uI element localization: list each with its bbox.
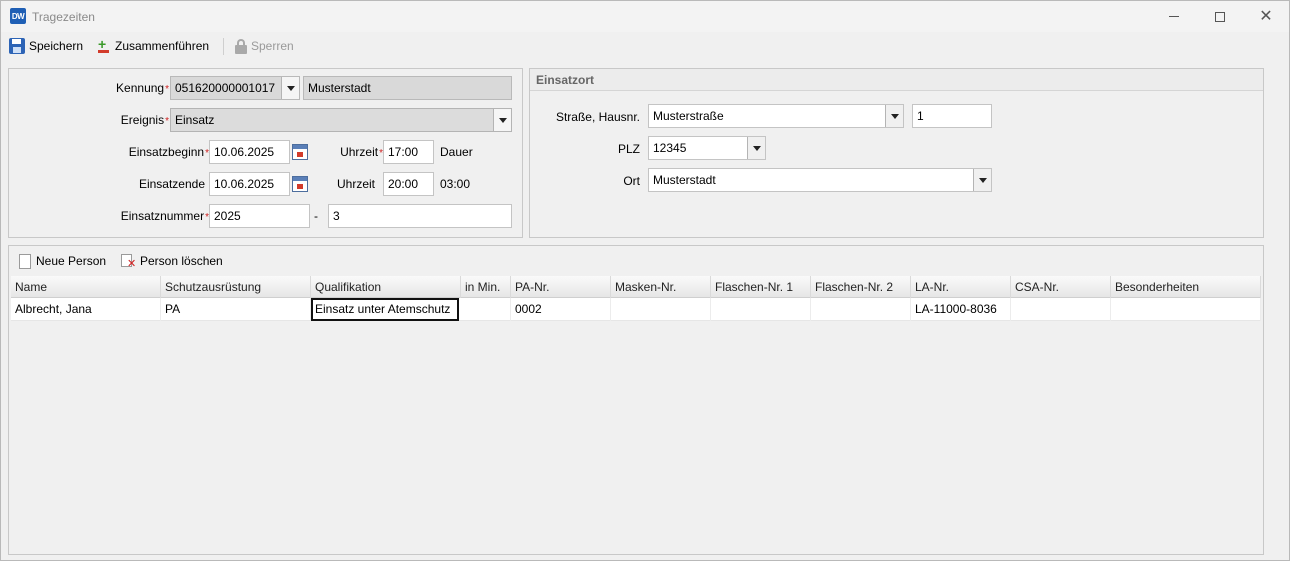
einsatzbeginn-date-field[interactable]: 10.06.2025	[209, 140, 290, 164]
ereignis-value: Einsatz	[175, 113, 215, 127]
cell-qualifikation[interactable]: Einsatz unter Atemschutz	[311, 298, 459, 321]
column-header-masken-nr[interactable]: Masken-Nr.	[611, 276, 711, 298]
new-person-label: Neue Person	[36, 254, 107, 268]
lock-icon	[235, 38, 247, 54]
hausnr-field[interactable]: 1	[912, 104, 992, 128]
einsatznummer-label: Einsatznummer*	[120, 209, 209, 223]
column-header-flaschen-nr-1[interactable]: Flaschen-Nr. 1	[711, 276, 811, 298]
cell-la-nr[interactable]: LA-11000-8036	[911, 298, 1011, 321]
floppy-disk-icon	[9, 38, 25, 54]
einsatznummer-year-field[interactable]: 2025	[209, 204, 310, 228]
merge-label: Zusammenführen	[115, 39, 210, 53]
new-person-button[interactable]: Neue Person	[19, 253, 106, 269]
cell-schutzausruestung[interactable]: PA	[161, 298, 311, 321]
kennung-label: Kennung*	[116, 81, 169, 95]
ort-label: Ort	[623, 174, 640, 188]
lock-button[interactable]: Sperren	[235, 37, 294, 55]
ereignis-label: Ereignis*	[120, 113, 169, 127]
ereignis-select[interactable]: Einsatz	[170, 108, 512, 132]
kennung-value: 051620000001017	[175, 81, 276, 95]
cell-masken-nr[interactable]	[611, 298, 711, 321]
column-header-schutzausruestung[interactable]: Schutzausrüstung	[161, 276, 311, 298]
column-header-besonderheiten[interactable]: Besonderheiten	[1111, 276, 1261, 298]
plz-label: PLZ	[617, 142, 640, 156]
cell-besonderheiten[interactable]	[1111, 298, 1261, 321]
minimize-icon	[1169, 16, 1179, 17]
strasse-label: Straße, Hausnr.	[555, 110, 640, 124]
column-header-csa-nr[interactable]: CSA-Nr.	[1011, 276, 1111, 298]
merge-button[interactable]: + Zusammenführen	[97, 37, 209, 55]
cell-csa-nr[interactable]	[1011, 298, 1111, 321]
lock-label: Sperren	[251, 39, 294, 53]
chevron-down-icon[interactable]	[493, 109, 511, 131]
cell-name[interactable]: Albrecht, Jana	[11, 298, 161, 321]
delete-person-button[interactable]: ✕ Person löschen	[121, 253, 223, 269]
einsatzbeginn-calendar-button[interactable]	[290, 141, 310, 163]
einsatzende-calendar-button[interactable]	[290, 173, 310, 195]
minimize-button[interactable]	[1151, 1, 1197, 32]
plz-select[interactable]: 12345	[648, 136, 766, 160]
kennung-name-field: Musterstadt	[303, 76, 512, 100]
close-button[interactable]: ✕	[1243, 1, 1289, 32]
einsatzort-panel: Einsatzort Straße, Hausnr. Musterstraße …	[529, 68, 1264, 238]
column-header-flaschen-nr-2[interactable]: Flaschen-Nr. 2	[811, 276, 911, 298]
column-header-la-nr[interactable]: LA-Nr.	[911, 276, 1011, 298]
cell-flaschen-nr-1[interactable]	[711, 298, 811, 321]
calendar-icon	[292, 144, 308, 160]
kennung-select[interactable]: 051620000001017	[170, 76, 300, 100]
einsatznummer-separator: -	[314, 209, 318, 223]
einsatzbeginn-time-field[interactable]: 17:00	[383, 140, 434, 164]
column-header-pa-nr[interactable]: PA-Nr.	[511, 276, 611, 298]
tragezeiten-window: DW Tragezeiten ✕ Speichern + Zusammenfüh…	[0, 0, 1290, 561]
grid-header: Name Schutzausrüstung Qualifikation in M…	[11, 276, 1261, 298]
uhrzeit-beginn-label: Uhrzeit*	[340, 145, 383, 159]
title-bar: DW Tragezeiten ✕	[1, 1, 1289, 32]
delete-document-icon: ✕	[121, 253, 136, 269]
maximize-icon	[1215, 11, 1225, 22]
chevron-down-icon[interactable]	[973, 169, 991, 191]
strasse-select[interactable]: Musterstraße	[648, 104, 904, 128]
uhrzeit-ende-label: Uhrzeit	[336, 177, 375, 191]
dauer-value: 03:00	[440, 177, 471, 191]
einsatzende-time-field[interactable]: 20:00	[383, 172, 434, 196]
column-header-qualifikation[interactable]: Qualifikation	[311, 276, 461, 298]
toolbar: Speichern + Zusammenführen Sperren	[1, 33, 1289, 59]
cell-pa-nr[interactable]: 0002	[511, 298, 611, 321]
dauer-label: Dauer	[440, 145, 473, 159]
ort-select[interactable]: Musterstadt	[648, 168, 992, 192]
ort-value: Musterstadt	[653, 173, 716, 187]
persons-panel: Neue Person ✕ Person löschen Name Schutz…	[8, 245, 1264, 555]
cell-flaschen-nr-2[interactable]	[811, 298, 911, 321]
einsatzbeginn-label: Einsatzbeginn*	[128, 145, 209, 159]
chevron-down-icon[interactable]	[885, 105, 903, 127]
einsatzort-header: Einsatzort	[530, 69, 1263, 91]
chevron-down-icon[interactable]	[281, 77, 299, 99]
close-icon: ✕	[1259, 7, 1273, 25]
new-document-icon	[19, 253, 31, 269]
column-header-name[interactable]: Name	[11, 276, 161, 298]
save-label: Speichern	[29, 39, 84, 53]
maximize-button[interactable]	[1197, 1, 1243, 32]
app-logo-icon: DW	[10, 8, 26, 24]
persons-grid: Name Schutzausrüstung Qualifikation in M…	[11, 276, 1261, 552]
calendar-icon	[292, 176, 308, 192]
window-title: Tragezeiten	[32, 10, 95, 24]
chevron-down-icon[interactable]	[747, 137, 765, 159]
column-header-in-min[interactable]: in Min.	[461, 276, 511, 298]
toolbar-divider	[223, 38, 224, 55]
einsatznummer-field[interactable]: 3	[328, 204, 512, 228]
save-button[interactable]: Speichern	[9, 37, 83, 55]
cell-in-min[interactable]	[461, 298, 511, 321]
einsatz-details-panel: Kennung* 051620000001017 Musterstadt Ere…	[8, 68, 523, 238]
strasse-value: Musterstraße	[653, 109, 724, 123]
einsatzende-label: Einsatzende	[138, 177, 205, 191]
einsatzende-date-field[interactable]: 10.06.2025	[209, 172, 290, 196]
plz-value: 12345	[653, 141, 687, 155]
table-row[interactable]: Albrecht, Jana PA Einsatz unter Atemschu…	[11, 298, 1261, 321]
delete-person-label: Person löschen	[140, 254, 223, 268]
merge-icon: +	[97, 37, 111, 54]
